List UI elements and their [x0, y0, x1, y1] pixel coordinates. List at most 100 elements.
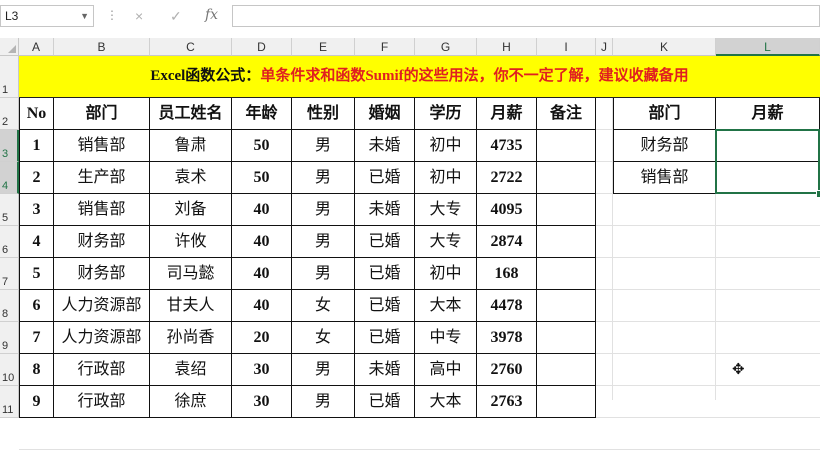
- table-cell[interactable]: 8: [19, 354, 54, 386]
- fill-handle[interactable]: [816, 190, 820, 198]
- table-cell[interactable]: 未婚: [355, 130, 415, 162]
- table-cell[interactable]: 40: [232, 226, 292, 258]
- row-header-6[interactable]: 6: [0, 226, 19, 258]
- column-header-h[interactable]: H: [477, 38, 537, 56]
- formula-input[interactable]: [232, 5, 820, 27]
- table-cell[interactable]: [537, 290, 596, 322]
- column-header-i[interactable]: I: [537, 38, 596, 56]
- table-cell[interactable]: 2763: [477, 386, 537, 418]
- row-header-7[interactable]: 7: [0, 258, 19, 290]
- table-cell[interactable]: 销售部: [54, 130, 150, 162]
- splitter-handle-icon[interactable]: ⋮: [106, 8, 118, 22]
- table-cell[interactable]: 未婚: [355, 194, 415, 226]
- row-header-2[interactable]: 2: [0, 98, 19, 130]
- table-cell[interactable]: [537, 226, 596, 258]
- table-cell[interactable]: 2760: [477, 354, 537, 386]
- table-cell[interactable]: 初中: [415, 162, 477, 194]
- table-cell[interactable]: 司马懿: [150, 258, 232, 290]
- table-cell[interactable]: 女: [292, 290, 355, 322]
- table-cell[interactable]: 4478: [477, 290, 537, 322]
- table-cell[interactable]: 人力资源部: [54, 322, 150, 354]
- table-cell[interactable]: 财务部: [54, 258, 150, 290]
- table-header-cell[interactable]: 年龄: [232, 98, 292, 130]
- table-cell[interactable]: 9: [19, 386, 54, 418]
- table-cell[interactable]: [537, 130, 596, 162]
- table-cell[interactable]: 已婚: [355, 386, 415, 418]
- table-cell[interactable]: 50: [232, 130, 292, 162]
- table-cell[interactable]: 许攸: [150, 226, 232, 258]
- row-header-9[interactable]: 9: [0, 322, 19, 354]
- table-cell[interactable]: 大专: [415, 226, 477, 258]
- lookup-cell[interactable]: [716, 162, 820, 194]
- table-cell[interactable]: 已婚: [355, 258, 415, 290]
- table-cell[interactable]: 3978: [477, 322, 537, 354]
- table-cell[interactable]: 6: [19, 290, 54, 322]
- table-cell[interactable]: [537, 162, 596, 194]
- table-cell[interactable]: 50: [232, 162, 292, 194]
- table-cell[interactable]: 袁术: [150, 162, 232, 194]
- table-cell[interactable]: 男: [292, 386, 355, 418]
- column-header-b[interactable]: B: [54, 38, 150, 56]
- table-cell[interactable]: 刘备: [150, 194, 232, 226]
- lookup-cell[interactable]: 销售部: [613, 162, 716, 194]
- table-cell[interactable]: [537, 194, 596, 226]
- table-cell[interactable]: 财务部: [54, 226, 150, 258]
- table-cell[interactable]: 男: [292, 226, 355, 258]
- table-cell[interactable]: 初中: [415, 258, 477, 290]
- table-cell[interactable]: [537, 386, 596, 418]
- row-header-3[interactable]: 3: [0, 130, 19, 162]
- row-header-5[interactable]: 5: [0, 194, 19, 226]
- table-cell[interactable]: 甘夫人: [150, 290, 232, 322]
- column-header-k[interactable]: K: [613, 38, 716, 56]
- table-cell[interactable]: [537, 322, 596, 354]
- table-cell[interactable]: 男: [292, 130, 355, 162]
- table-cell[interactable]: 大本: [415, 290, 477, 322]
- select-all-corner[interactable]: [0, 38, 19, 56]
- table-cell[interactable]: 初中: [415, 130, 477, 162]
- table-cell[interactable]: 4095: [477, 194, 537, 226]
- table-cell[interactable]: 中专: [415, 322, 477, 354]
- table-cell[interactable]: 销售部: [54, 194, 150, 226]
- row-header-11[interactable]: 11: [0, 386, 19, 418]
- table-cell[interactable]: [537, 354, 596, 386]
- table-cell[interactable]: 40: [232, 194, 292, 226]
- table-cell[interactable]: [537, 258, 596, 290]
- table-cell[interactable]: 20: [232, 322, 292, 354]
- chevron-down-icon[interactable]: ▼: [80, 6, 89, 26]
- table-header-cell[interactable]: 性别: [292, 98, 355, 130]
- lookup-header-cell[interactable]: 部门: [613, 98, 716, 130]
- table-cell[interactable]: 已婚: [355, 226, 415, 258]
- row-header-10[interactable]: 10: [0, 354, 19, 386]
- table-cell[interactable]: 鲁肃: [150, 130, 232, 162]
- table-header-cell[interactable]: 备注: [537, 98, 596, 130]
- cancel-icon[interactable]: ×: [135, 8, 143, 24]
- table-cell[interactable]: 40: [232, 258, 292, 290]
- column-header-a[interactable]: A: [19, 38, 54, 56]
- lookup-header-cell[interactable]: 月薪: [716, 98, 820, 130]
- lookup-cell[interactable]: [716, 130, 820, 162]
- table-cell[interactable]: 4: [19, 226, 54, 258]
- table-cell[interactable]: 4735: [477, 130, 537, 162]
- table-cell[interactable]: 行政部: [54, 354, 150, 386]
- table-cell[interactable]: 30: [232, 386, 292, 418]
- table-cell[interactable]: 2874: [477, 226, 537, 258]
- table-cell[interactable]: 孙尚香: [150, 322, 232, 354]
- row-header-8[interactable]: 8: [0, 290, 19, 322]
- table-cell[interactable]: 袁绍: [150, 354, 232, 386]
- enter-check-icon[interactable]: ✓: [170, 8, 182, 24]
- table-cell[interactable]: 高中: [415, 354, 477, 386]
- insert-function-button[interactable]: fx: [205, 7, 218, 23]
- table-cell[interactable]: 7: [19, 322, 54, 354]
- table-cell[interactable]: 2722: [477, 162, 537, 194]
- lookup-cell[interactable]: 财务部: [613, 130, 716, 162]
- column-header-j[interactable]: J: [596, 38, 613, 56]
- name-box[interactable]: L3 ▼: [0, 5, 94, 27]
- column-header-e[interactable]: E: [292, 38, 355, 56]
- title-banner[interactable]: Excel函数公式：单条件求和函数Sumif的这些用法，你不一定了解，建议收藏备…: [19, 56, 820, 98]
- table-cell[interactable]: 已婚: [355, 290, 415, 322]
- table-cell[interactable]: 女: [292, 322, 355, 354]
- table-cell[interactable]: 大本: [415, 386, 477, 418]
- table-cell[interactable]: 5: [19, 258, 54, 290]
- table-cell[interactable]: 已婚: [355, 322, 415, 354]
- table-cell[interactable]: 生产部: [54, 162, 150, 194]
